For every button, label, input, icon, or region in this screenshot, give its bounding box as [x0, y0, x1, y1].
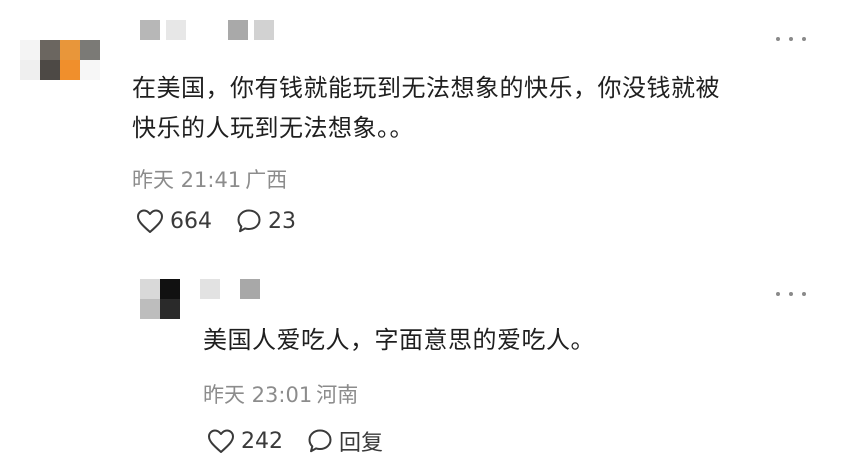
comment-location: 河南: [316, 383, 359, 407]
comment-time: 昨天 21:41: [132, 168, 242, 192]
like-count: 664: [170, 208, 212, 234]
username[interactable]: [200, 279, 260, 299]
comment-text-line: 快乐的人玩到无法想象。。: [132, 114, 414, 142]
reply-button[interactable]: 23: [236, 208, 296, 234]
like-button[interactable]: 664: [136, 208, 212, 234]
more-dots-icon: [776, 37, 780, 41]
like-count: 242: [241, 428, 283, 454]
more-button[interactable]: [776, 34, 806, 44]
reply-button[interactable]: 回复: [307, 425, 383, 457]
more-dots-icon: [776, 292, 780, 296]
speech-bubble-icon: [237, 209, 261, 233]
heart-outline-icon: [208, 429, 234, 453]
comment-meta: 昨天 23:01 河南: [203, 379, 358, 409]
comment-time: 昨天 23:01: [203, 383, 313, 407]
reply-count: 23: [268, 208, 296, 234]
comment-meta: 昨天 21:41 广西: [132, 164, 287, 194]
username[interactable]: [140, 20, 274, 40]
avatar[interactable]: [140, 279, 180, 319]
reply-item: 美国人爱吃人，字面意思的爱吃人。 昨天 23:01 河南 242 回复: [0, 265, 842, 470]
comment-text-line: 在美国，你有钱就能玩到无法想象的快乐，你没钱就被: [132, 74, 720, 102]
comment-actions: 242 回复: [207, 425, 407, 457]
like-button[interactable]: 242: [207, 428, 283, 454]
reply-label: 回复: [339, 431, 384, 456]
comment-actions: 664 23: [136, 208, 320, 234]
avatar[interactable]: [20, 40, 100, 80]
comment-location: 广西: [245, 168, 288, 192]
comment-text-line: 美国人爱吃人，字面意思的爱吃人。: [203, 326, 595, 354]
comment-text: 美国人爱吃人，字面意思的爱吃人。: [203, 320, 595, 360]
comment-item: 在美国，你有钱就能玩到无法想象的快乐，你没钱就被 快乐的人玩到无法想象。。 昨天…: [0, 0, 842, 265]
more-button[interactable]: [776, 289, 806, 299]
comment-text: 在美国，你有钱就能玩到无法想象的快乐，你没钱就被 快乐的人玩到无法想象。。: [132, 68, 720, 148]
speech-bubble-icon: [308, 429, 332, 453]
heart-outline-icon: [137, 209, 163, 233]
